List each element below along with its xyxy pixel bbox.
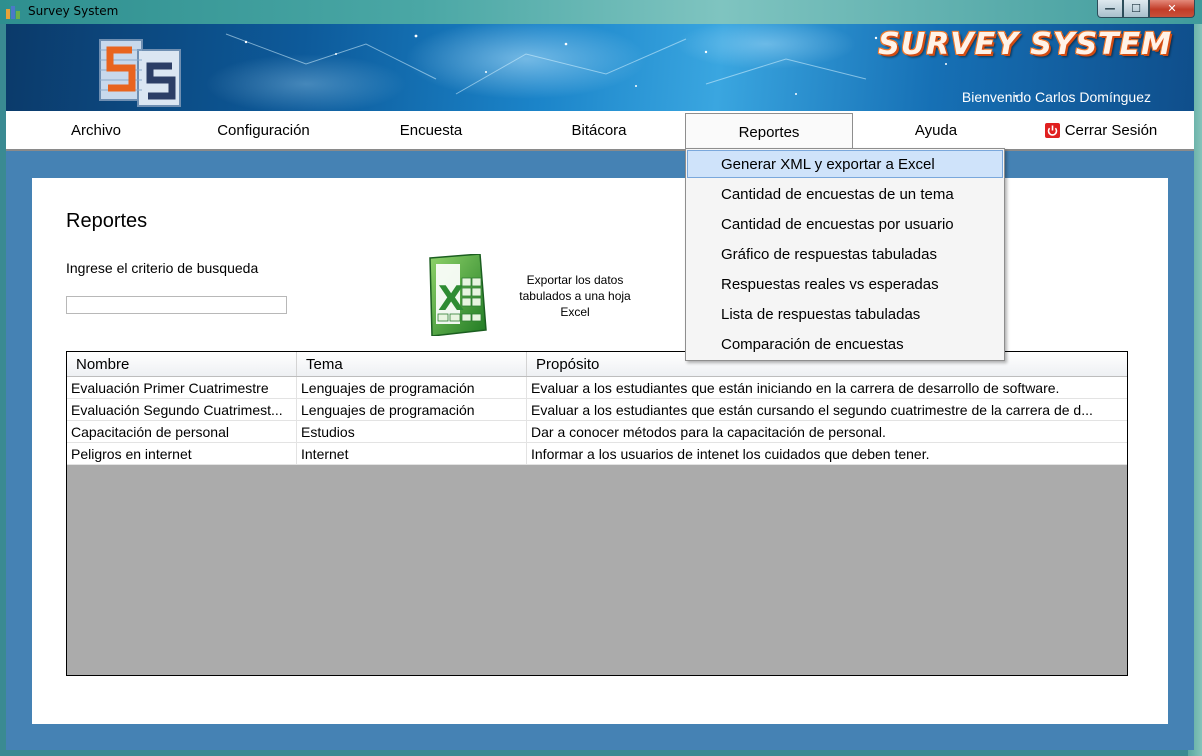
menu-item-generar-xml[interactable]: Generar XML y exportar a Excel: [687, 150, 1003, 178]
cell-nombre: Evaluación Segundo Cuatrimest...: [67, 399, 297, 420]
menu-item-grafico-respuestas[interactable]: Gráfico de respuestas tabuladas: [687, 240, 1003, 268]
export-description: Exportar los datos tabulados a una hoja …: [519, 273, 631, 319]
power-icon: [1044, 122, 1060, 138]
cell-nombre: Peligros en internet: [67, 443, 297, 464]
cell-tema: Lenguajes de programación: [297, 399, 527, 420]
cell-proposito: Evaluar a los estudiantes que están curs…: [531, 401, 1093, 418]
menu-encuesta[interactable]: Encuesta: [381, 111, 481, 149]
cell-tema: Internet: [297, 443, 527, 464]
minimize-button[interactable]: —: [1097, 0, 1123, 18]
surveys-grid: Nombre Tema Propósito Evaluación Primer …: [66, 351, 1128, 676]
main-window: SURVEY SYSTEM Bienvenido Carlos Domíngue…: [6, 24, 1194, 750]
svg-text:X: X: [438, 279, 464, 319]
cell-proposito: Dar a conocer métodos para la capacitaci…: [531, 423, 886, 440]
cell-tema: Lenguajes de programación: [297, 377, 527, 398]
search-input[interactable]: [66, 296, 287, 314]
menu-item-encuestas-usuario[interactable]: Cantidad de encuestas por usuario: [687, 210, 1003, 238]
menu-bitacora[interactable]: Bitácora: [549, 111, 649, 149]
maximize-button[interactable]: ☐: [1123, 0, 1149, 18]
column-header-tema[interactable]: Tema: [297, 352, 527, 376]
page-title: Reportes: [66, 210, 148, 232]
logout-button[interactable]: Cerrar Sesión: [1026, 111, 1176, 149]
cell-tema: Estudios: [297, 421, 527, 442]
logout-label: Cerrar Sesión: [1064, 121, 1158, 139]
header-banner: SURVEY SYSTEM Bienvenido Carlos Domíngue…: [6, 24, 1194, 111]
cell-nombre: Evaluación Primer Cuatrimestre: [67, 377, 297, 398]
cell-proposito: Informar a los usuarios de intenet los c…: [531, 445, 930, 462]
app-banner-title: SURVEY SYSTEM: [878, 27, 1172, 62]
table-row[interactable]: Peligros en internet Internet Informar a…: [67, 443, 1127, 465]
menu-item-reales-vs-esperadas[interactable]: Respuestas reales vs esperadas: [687, 270, 1003, 298]
close-button[interactable]: ✕: [1149, 0, 1195, 18]
window-titlebar[interactable]: Survey System — ☐ ✕: [0, 0, 1202, 24]
survey-system-logo: [99, 39, 181, 107]
menu-item-comparacion[interactable]: Comparación de encuestas: [687, 330, 1003, 358]
table-row[interactable]: Capacitación de personal Estudios Dar a …: [67, 421, 1127, 443]
welcome-message: Bienvenido Carlos Domínguez: [961, 89, 1151, 105]
cell-nombre: Capacitación de personal: [67, 421, 297, 442]
window-title: Survey System: [28, 4, 119, 18]
table-row[interactable]: Evaluación Segundo Cuatrimest... Lenguaj…: [67, 399, 1127, 421]
menu-bar: Archivo Configuración Encuesta Bitácora …: [6, 111, 1194, 151]
menu-ayuda[interactable]: Ayuda: [886, 111, 986, 149]
menu-archivo[interactable]: Archivo: [46, 111, 146, 149]
column-header-nombre[interactable]: Nombre: [67, 352, 297, 376]
table-row[interactable]: Evaluación Primer Cuatrimestre Lenguajes…: [67, 377, 1127, 399]
cell-proposito: Evaluar a los estudiantes que están inic…: [531, 379, 1060, 396]
menu-item-encuestas-tema[interactable]: Cantidad de encuestas de un tema: [687, 180, 1003, 208]
window-controls: — ☐ ✕: [1097, 0, 1195, 18]
menu-reportes[interactable]: Reportes: [685, 113, 853, 151]
reportes-dropdown-menu: Generar XML y exportar a Excel Cantidad …: [685, 148, 1005, 361]
search-criteria-label: Ingrese el criterio de busqueda: [66, 260, 259, 276]
menu-item-lista-respuestas[interactable]: Lista de respuestas tabuladas: [687, 300, 1003, 328]
app-icon: [6, 6, 20, 19]
menu-configuracion[interactable]: Configuración: [196, 111, 331, 149]
excel-export-icon[interactable]: X: [424, 254, 490, 336]
